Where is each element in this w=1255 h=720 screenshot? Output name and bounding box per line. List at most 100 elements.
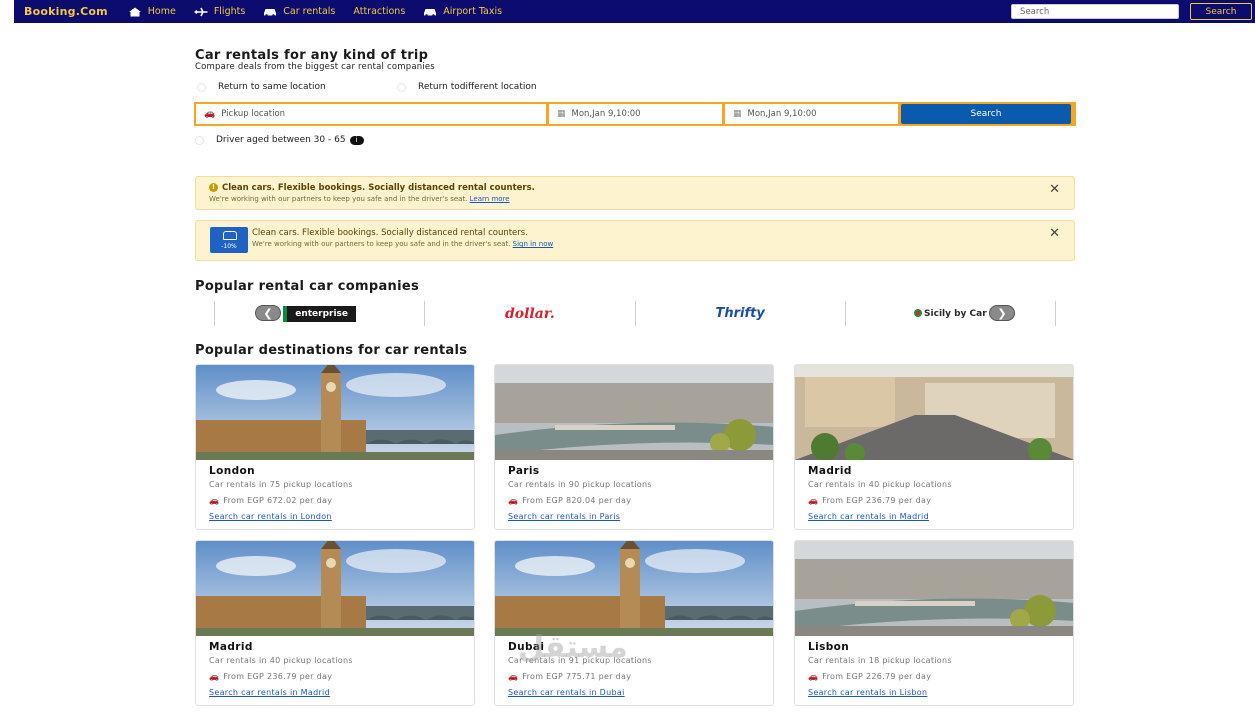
- pickup-location-placeholder: Pickup location: [221, 109, 286, 119]
- page-subtitle: Compare deals from the biggest car renta…: [195, 62, 435, 72]
- destination-card-body: Lisbon Car rentals in 18 pickup locations…: [795, 636, 1073, 697]
- radio-return-different-label: Return todifferent location: [418, 82, 537, 92]
- nav-item-home[interactable]: Home: [128, 6, 176, 17]
- return-same-option[interactable]: Return to same location: [197, 82, 326, 92]
- destination-card[interactable]: London Car rentals in 75 pickup locations…: [195, 364, 475, 530]
- destination-image[interactable]: [495, 541, 773, 636]
- destination-price: From EGP 820.04 per day: [522, 496, 632, 505]
- warning-icon: !: [209, 183, 218, 192]
- safety-alert: ! Clean cars. Flexible bookings. Socially…: [195, 176, 1075, 210]
- close-icon[interactable]: ✕: [1049, 182, 1060, 197]
- company-thrifty[interactable]: Thrifty: [634, 301, 845, 326]
- destination-price-row: 🚗 From EGP 672.02 per day: [209, 496, 461, 505]
- nav-item-car-rentals[interactable]: Car rentals: [263, 6, 335, 17]
- destination-card[interactable]: Madrid Car rentals in 40 pickup locations…: [195, 540, 475, 706]
- destination-price-row: 🚗 From EGP 226.79 per day: [808, 672, 1060, 681]
- destination-search-link[interactable]: Search car rentals in London: [209, 512, 461, 521]
- destination-locations: Car rentals in 75 pickup locations: [209, 480, 353, 489]
- carousel-prev-button[interactable]: ❮: [255, 305, 281, 321]
- car-icon: 🚗: [808, 496, 819, 505]
- sicily-by-car-logo: Sicily by Car: [914, 309, 987, 319]
- safety-alert-title-row: ! Clean cars. Flexible bookings. Socially…: [209, 183, 1074, 193]
- nav-item-attractions-label: Attractions: [353, 6, 406, 17]
- sicily-logo-mark: [914, 309, 923, 317]
- destination-price: From EGP 775.71 per day: [522, 672, 632, 681]
- promo-alert-title: Clean cars. Flexible bookings. Socially …: [252, 228, 528, 238]
- home-icon: [128, 7, 142, 17]
- destination-search-link[interactable]: Search car rentals in Dubai: [508, 688, 760, 697]
- car-icon: 🚗: [808, 672, 819, 681]
- radio-return-same[interactable]: [197, 82, 206, 92]
- destination-card-body: London Car rentals in 75 pickup locations…: [196, 460, 474, 521]
- pickup-date-input[interactable]: ▦ Mon,Jan 9,10:00: [549, 104, 722, 124]
- destination-image[interactable]: [795, 541, 1073, 636]
- nav-search-button[interactable]: Search: [1190, 3, 1252, 20]
- dropoff-date-input[interactable]: ▦ Mon,Jan 9,10:00: [725, 104, 898, 124]
- company-dollar[interactable]: dollar.: [424, 301, 634, 326]
- sign-in-link[interactable]: Sign in now: [513, 240, 554, 248]
- destination-locations: Car rentals in 18 pickup locations: [808, 656, 952, 665]
- nav-search-input[interactable]: Search: [1011, 4, 1179, 19]
- destinations-heading: Popular destinations for car rentals: [195, 343, 468, 358]
- car-icon: 🚗: [508, 496, 519, 505]
- nav-item-airport-taxis-label: Airport Taxis: [443, 6, 503, 17]
- destination-image[interactable]: [795, 365, 1073, 460]
- sicily-by-car-logo-text: Sicily by Car: [924, 308, 987, 319]
- pickup-location-input[interactable]: 🚗 Pickup location: [196, 104, 546, 124]
- return-different-option[interactable]: Return todifferent location: [397, 82, 537, 92]
- car-icon: 🚗: [204, 109, 216, 119]
- destination-city: Madrid: [209, 641, 253, 653]
- destination-price-row: 🚗 From EGP 820.04 per day: [508, 496, 760, 505]
- destination-price-row: 🚗 From EGP 775.71 per day: [508, 672, 760, 681]
- learn-more-link[interactable]: Learn more: [470, 195, 510, 203]
- car-icon: [263, 7, 277, 17]
- company-sicily-by-car[interactable]: Sicily by Car ❯: [844, 301, 1056, 326]
- safety-alert-text-row: We're working with our partners to keep …: [209, 195, 1074, 203]
- destination-image[interactable]: [196, 541, 474, 636]
- destination-card-body: Madrid Car rentals in 40 pickup locations…: [795, 460, 1073, 521]
- destination-card[interactable]: Dubai Car rentals in 91 pickup locations 🚗…: [494, 540, 774, 706]
- nav-item-airport-taxis[interactable]: Airport Taxis: [423, 6, 502, 17]
- plane-icon: [194, 7, 208, 17]
- discount-badge: -10%: [210, 227, 248, 253]
- car-icon: 🚗: [209, 496, 220, 505]
- calendar-icon: ▦: [557, 109, 566, 119]
- destination-search-link[interactable]: Search car rentals in Lisbon: [808, 688, 1060, 697]
- nav-item-flights-label: Flights: [213, 6, 246, 17]
- destination-city: Lisbon: [808, 641, 850, 653]
- page-title: Car rentals for any kind of trip: [195, 48, 429, 63]
- destination-city: Paris: [508, 465, 540, 477]
- nav-item-car-rentals-label: Car rentals: [283, 6, 336, 17]
- pickup-date-value: Mon,Jan 9,10:00: [571, 109, 641, 119]
- close-icon[interactable]: ✕: [1049, 226, 1060, 241]
- safety-alert-title: Clean cars. Flexible bookings. Socially …: [222, 183, 535, 193]
- brand-logo[interactable]: Booking.Com: [24, 5, 108, 18]
- car-icon: 🚗: [508, 672, 519, 681]
- nav-item-home-label: Home: [147, 6, 176, 17]
- company-enterprise[interactable]: enterprise ❮: [214, 301, 424, 326]
- destination-search-link[interactable]: Search car rentals in Madrid: [209, 688, 461, 697]
- driver-age-checkbox[interactable]: [195, 135, 204, 145]
- companies-heading: Popular rental car companies: [195, 279, 419, 294]
- destination-price: From EGP 672.02 per day: [223, 496, 333, 505]
- destination-search-link[interactable]: Search car rentals in Madrid: [808, 512, 1060, 521]
- destination-card[interactable]: Madrid Car rentals in 40 pickup locations…: [794, 364, 1074, 530]
- radio-return-same-label: Return to same location: [218, 82, 326, 92]
- destination-image[interactable]: [495, 365, 773, 460]
- radio-return-different[interactable]: [397, 82, 406, 92]
- destination-price: From EGP 236.79 per day: [822, 496, 932, 505]
- carousel-next-button[interactable]: ❯: [989, 305, 1015, 321]
- info-icon[interactable]: i: [349, 135, 364, 145]
- driver-age-option[interactable]: Driver aged between 30 - 65 i: [195, 135, 364, 145]
- watermark: مستقل: [518, 630, 628, 665]
- destination-locations: Car rentals in 40 pickup locations: [209, 656, 353, 665]
- destination-image[interactable]: [196, 365, 474, 460]
- destination-card[interactable]: Paris Car rentals in 90 pickup locations 🚗…: [494, 364, 774, 530]
- destination-search-link[interactable]: Search car rentals in Paris: [508, 512, 760, 521]
- promo-alert-text: We're working with our partners to keep …: [252, 240, 511, 248]
- search-cars-button[interactable]: Search: [901, 104, 1071, 124]
- nav-item-attractions[interactable]: Attractions: [353, 6, 405, 17]
- nav-item-flights[interactable]: Flights: [194, 6, 245, 17]
- destination-card[interactable]: Lisbon Car rentals in 18 pickup locations…: [794, 540, 1074, 706]
- destination-city: Madrid: [808, 465, 852, 477]
